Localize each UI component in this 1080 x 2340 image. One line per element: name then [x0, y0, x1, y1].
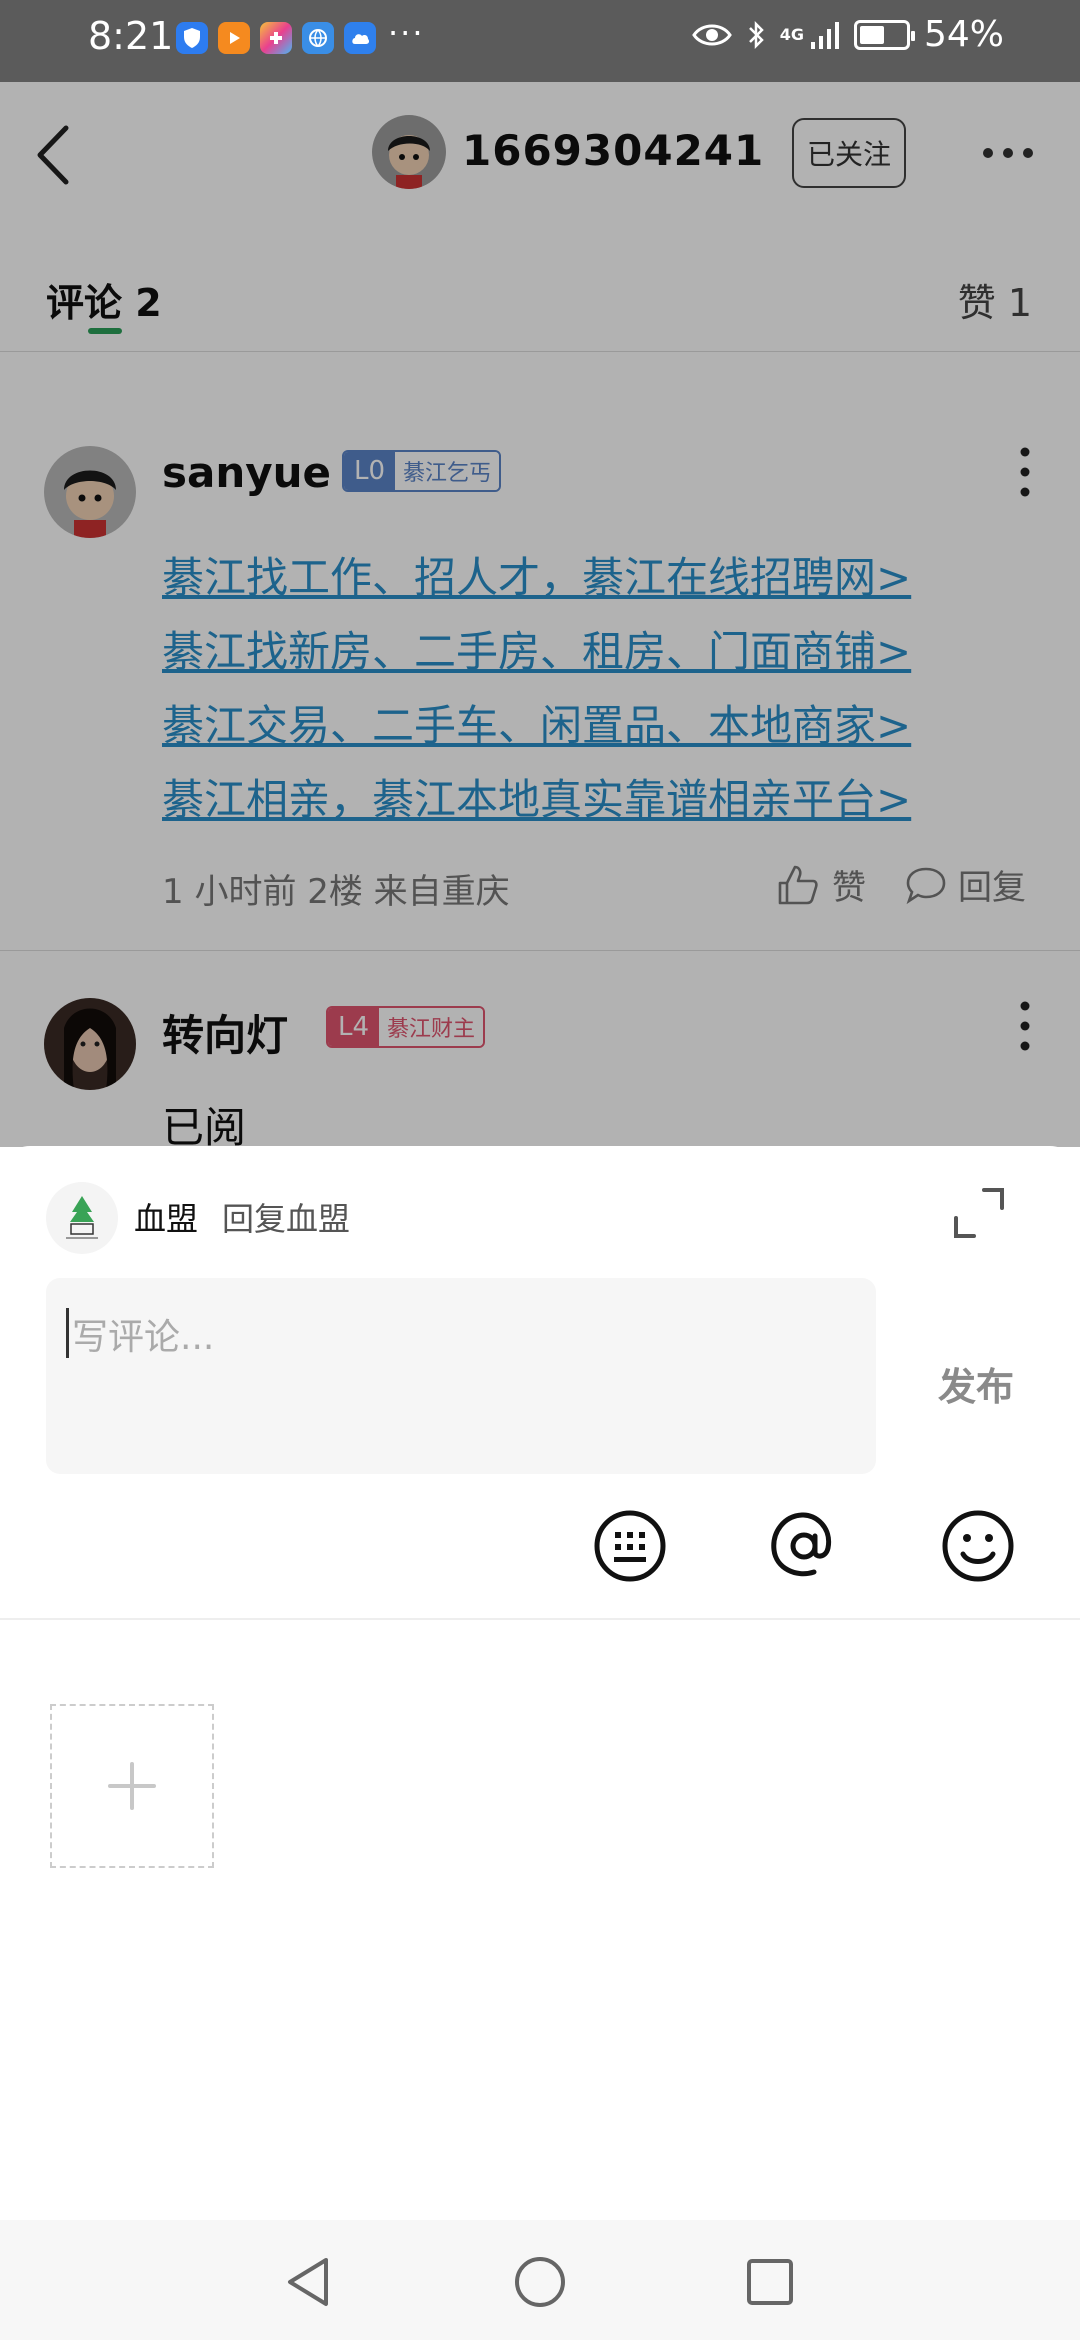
eye-icon: [691, 24, 732, 45]
battery-percent: 54%: [923, 14, 1004, 55]
text-caret: [66, 1308, 69, 1358]
plus-icon: [108, 1762, 156, 1810]
video-app-icon: [218, 22, 250, 54]
reply-target: 回复血盟: [222, 1200, 351, 1238]
add-image-button[interactable]: [50, 1704, 214, 1868]
colorful-app-icon: [260, 22, 292, 54]
publish-button[interactable]: 发布: [938, 1356, 1014, 1411]
replier-name: 血盟: [134, 1200, 199, 1238]
nav-home-icon[interactable]: [510, 2252, 570, 2312]
more-notifications-icon: ···: [388, 14, 425, 52]
bluetooth-icon: [748, 20, 764, 49]
signal-icon: [810, 21, 839, 49]
mention-icon[interactable]: [764, 1506, 844, 1586]
system-nav-bar: [0, 2220, 1080, 2340]
browser-app-icon: [302, 22, 334, 54]
modal-scrim[interactable]: [0, 82, 1080, 1147]
network-type: 4G: [779, 25, 804, 44]
comment-input-placeholder: 写评论...: [72, 1317, 215, 1358]
comment-input[interactable]: 写评论...: [46, 1278, 876, 1474]
cloud-app-icon: [344, 22, 376, 54]
expand-icon[interactable]: [952, 1186, 1006, 1240]
emoji-icon[interactable]: [938, 1506, 1018, 1586]
status-time: 8:21: [88, 14, 174, 58]
reply-sheet: 血盟 回复血盟 写评论... 发布: [0, 1146, 1080, 2220]
status-right: 4G 54%: [691, 14, 1004, 55]
toolbar-divider: [0, 1618, 1080, 1620]
keyboard-icon[interactable]: [590, 1506, 670, 1586]
battery-icon: [853, 19, 915, 50]
status-bar: 8:21 ··· 4G 54%: [0, 0, 1080, 82]
shield-app-icon: [176, 22, 208, 54]
nav-back-icon[interactable]: [278, 2252, 338, 2312]
nav-recents-icon[interactable]: [740, 2252, 800, 2312]
notification-icons: [176, 22, 376, 54]
replier-avatar: [46, 1182, 118, 1254]
